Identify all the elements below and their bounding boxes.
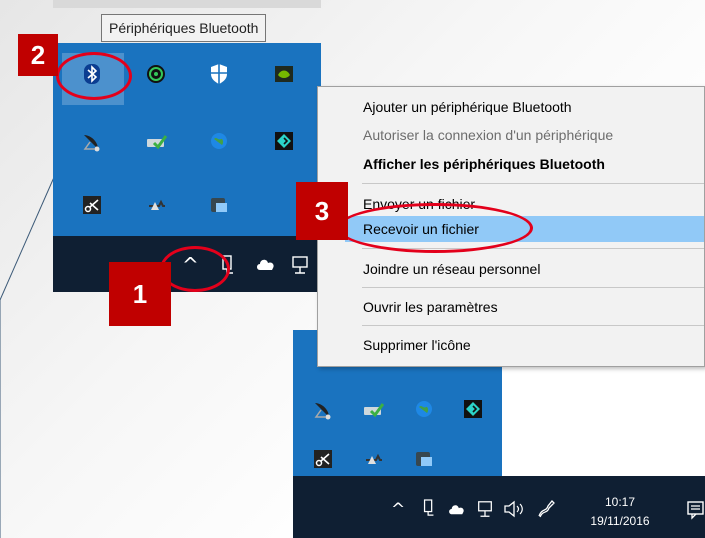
- scissors-icon[interactable]: [79, 192, 105, 218]
- network-icon[interactable]: [476, 499, 494, 524]
- step-2-badge: 2: [18, 34, 58, 76]
- window-edge: [53, 0, 321, 8]
- shield-icon[interactable]: [206, 61, 232, 87]
- clock-time: 10:17: [604, 495, 636, 509]
- show-hidden-icons-chevron-icon[interactable]: ^: [391, 500, 405, 520]
- menu-item-remove-icon[interactable]: Supprimer l'icône: [345, 332, 704, 358]
- clock-date: 19/11/2016: [590, 514, 650, 528]
- menu-item-allow-connection: Autoriser la connexion d'un périphérique: [363, 127, 614, 143]
- usb-drive-icon[interactable]: [421, 498, 437, 523]
- drive-check-icon[interactable]: [143, 128, 169, 154]
- pen-ink-icon[interactable]: [536, 498, 558, 525]
- taskbar-clock[interactable]: 10:17 19/11/2016: [570, 493, 670, 531]
- callout-ring-receive-file: [337, 203, 533, 253]
- satellite-icon[interactable]: [79, 128, 105, 154]
- network-share-icon[interactable]: [206, 192, 232, 218]
- usb-eject-icon[interactable]: [360, 446, 386, 472]
- volume-icon[interactable]: [503, 499, 525, 524]
- onedrive-cloud-icon[interactable]: [255, 256, 277, 277]
- app-diamond-icon[interactable]: [460, 396, 486, 422]
- menu-separator: [362, 325, 704, 326]
- menu-item-show-devices[interactable]: Afficher les périphériques Bluetooth: [345, 151, 704, 177]
- nvidia-icon[interactable]: [271, 61, 297, 87]
- onedrive-cloud-icon[interactable]: [447, 501, 467, 521]
- callout-ring-bluetooth: [56, 52, 132, 100]
- network-share-icon[interactable]: [411, 446, 437, 472]
- globe-icon[interactable]: [206, 128, 232, 154]
- network-icon[interactable]: [290, 254, 310, 281]
- menu-item-add-device[interactable]: Ajouter un périphérique Bluetooth: [345, 94, 704, 120]
- drive-check-icon[interactable]: [360, 396, 386, 422]
- antivirus-ring-icon[interactable]: [143, 61, 169, 87]
- scissors-icon[interactable]: [310, 446, 336, 472]
- action-center-icon[interactable]: [686, 500, 705, 525]
- step-3-badge: 3: [296, 182, 348, 240]
- globe-icon[interactable]: [411, 396, 437, 422]
- app-diamond-icon[interactable]: [271, 128, 297, 154]
- menu-item-open-settings[interactable]: Ouvrir les paramètres: [345, 294, 704, 320]
- satellite-icon[interactable]: [310, 396, 336, 422]
- menu-item-join-network[interactable]: Joindre un réseau personnel: [345, 256, 704, 282]
- bluetooth-tooltip: Périphériques Bluetooth: [101, 14, 267, 42]
- menu-separator: [362, 287, 704, 288]
- usb-eject-icon[interactable]: [143, 192, 169, 218]
- menu-separator: [362, 183, 704, 184]
- step-1-badge: 1: [109, 262, 171, 326]
